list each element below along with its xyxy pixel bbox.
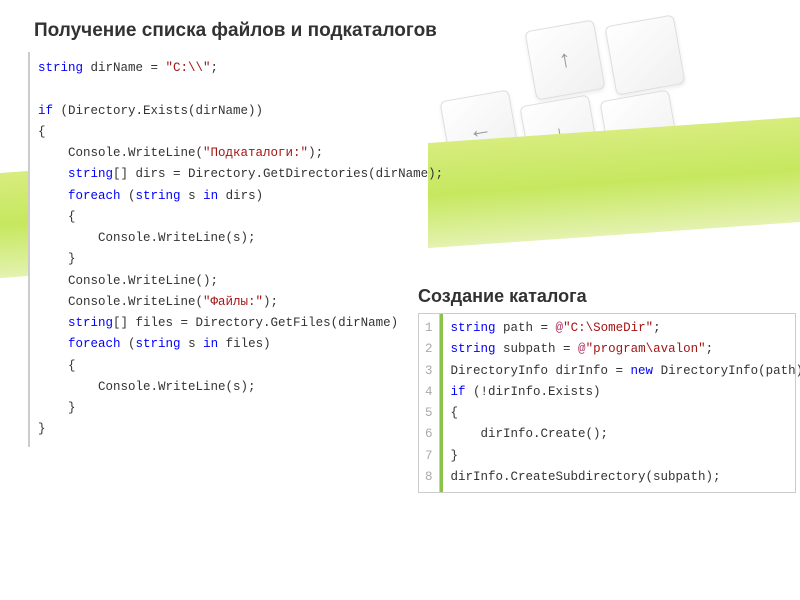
code-listing-files: string dirName = "C:\\"; if (Directory.E… <box>28 52 428 447</box>
section-create-dir: Создание каталога 1 2 3 4 5 6 7 8 string… <box>418 286 796 493</box>
code-body: string path = @"C:\SomeDir"; string subp… <box>440 314 800 492</box>
heading-create: Создание каталога <box>418 286 796 307</box>
code-create-dir: 1 2 3 4 5 6 7 8 string path = @"C:\SomeD… <box>418 313 796 493</box>
heading-listing: Получение списка файлов и подкаталогов <box>34 20 772 42</box>
line-number-gutter: 1 2 3 4 5 6 7 8 <box>419 314 440 492</box>
